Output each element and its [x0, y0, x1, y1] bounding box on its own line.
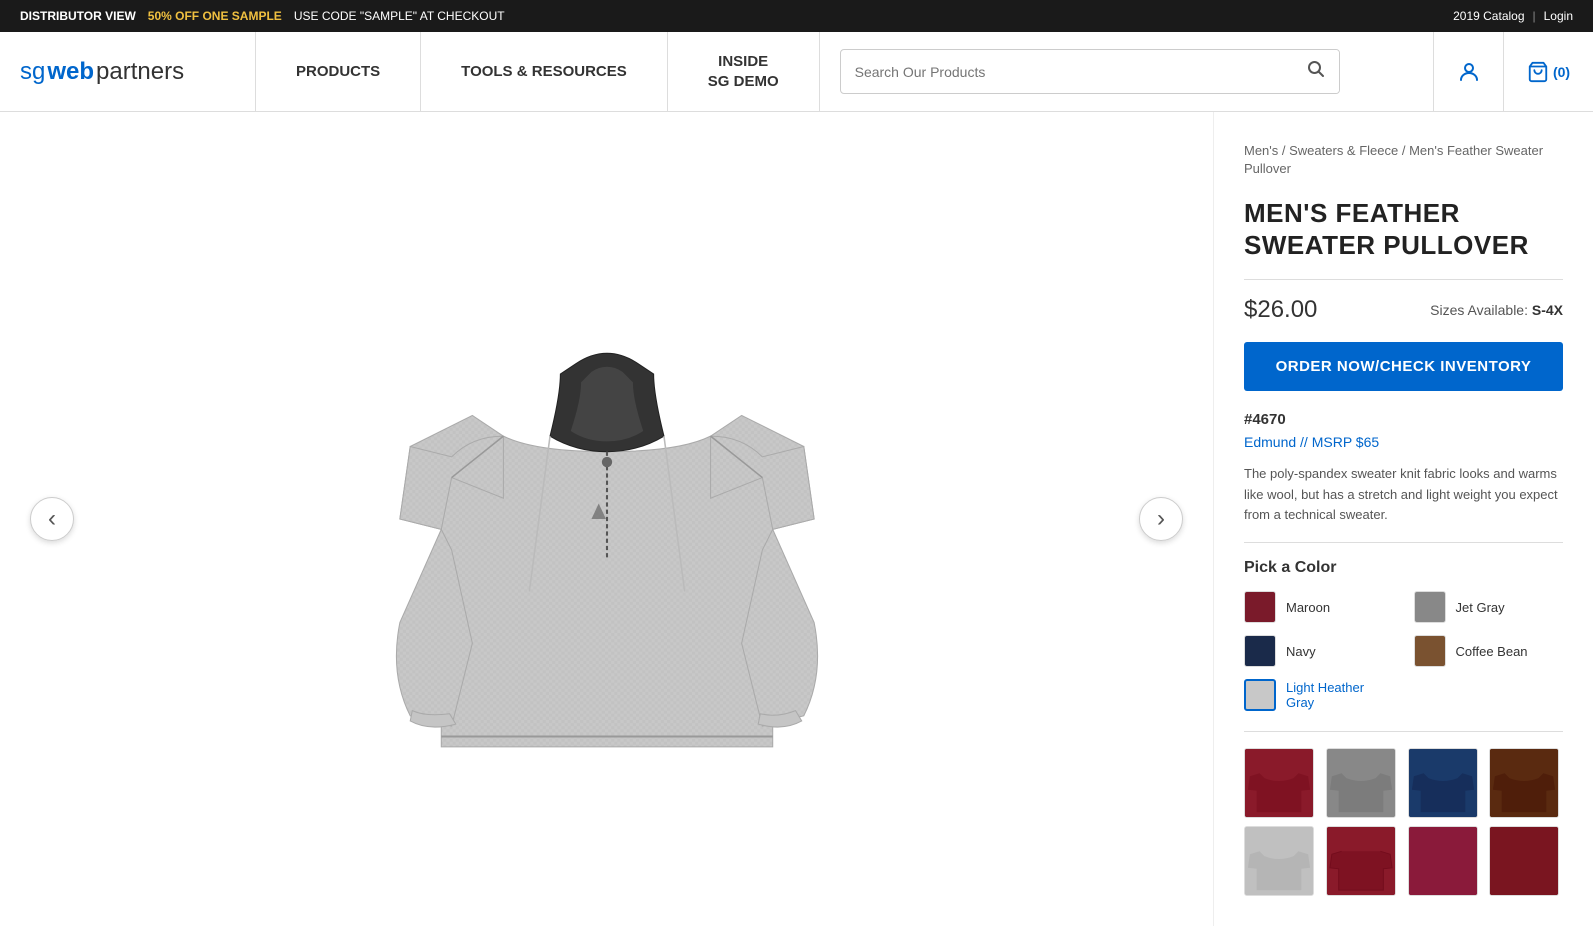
right-arrow-icon: › [1157, 507, 1165, 531]
color-section-title: Pick a Color [1244, 559, 1563, 577]
promo-text: USE CODE "SAMPLE" AT CHECKOUT [294, 9, 505, 23]
distributor-label: DISTRIBUTOR VIEW [20, 9, 136, 23]
nav-tools-resources[interactable]: TOOLS & RESOURCES [421, 32, 668, 111]
product-image-area: ‹ [0, 112, 1213, 926]
nav-products[interactable]: PRODUCTS [255, 32, 421, 111]
thumbnail-jet-gray-front[interactable] [1326, 748, 1396, 818]
order-now-button[interactable]: ORDER NOW/CHECK INVENTORY [1244, 342, 1563, 391]
cart-icon [1527, 61, 1549, 83]
color-option-navy[interactable]: Navy [1244, 635, 1394, 667]
color-label-maroon: Maroon [1286, 600, 1330, 615]
announcement-bar: DISTRIBUTOR VIEW 50% OFF ONE SAMPLE USE … [0, 0, 1593, 32]
thumbnail-navy-front[interactable] [1408, 748, 1478, 818]
color-swatch-navy [1244, 635, 1276, 667]
color-label-jet-gray: Jet Gray [1456, 600, 1505, 615]
main-nav: PRODUCTS TOOLS & RESOURCES INSIDESG DEMO [255, 32, 820, 111]
thumbnail-maroon-detail[interactable] [1489, 826, 1559, 896]
product-number: #4670 [1244, 411, 1563, 428]
sizes-value: S-4X [1532, 302, 1563, 318]
left-arrow-icon: ‹ [48, 507, 56, 531]
color-label-light-heather-gray: Light Heather Gray [1286, 680, 1394, 710]
color-swatch-coffee-bean [1414, 635, 1446, 667]
logo-sg: sg [20, 58, 45, 86]
product-price: $26.00 [1244, 296, 1317, 324]
thumbnail-maroon-front[interactable] [1244, 748, 1314, 818]
sizes-available: Sizes Available: S-4X [1430, 302, 1563, 318]
main-content: ‹ [0, 112, 1593, 926]
separator: | [1533, 9, 1536, 23]
product-brand: Edmund // MSRP $65 [1244, 434, 1563, 450]
thumbnail-light-heather-front[interactable] [1244, 826, 1314, 896]
price-row: $26.00 Sizes Available: S-4X [1244, 296, 1563, 324]
color-option-light-heather-gray[interactable]: Light Heather Gray [1244, 679, 1394, 711]
user-icon [1457, 60, 1481, 84]
product-main-image [347, 229, 867, 809]
color-option-maroon[interactable]: Maroon [1244, 591, 1394, 623]
logo-web: web [47, 58, 94, 86]
title-divider [1244, 279, 1563, 280]
header-icons: (0) [1433, 32, 1593, 111]
login-link[interactable]: Login [1544, 9, 1573, 23]
logo-area: sgwebpartners [0, 58, 255, 86]
cart-button[interactable]: (0) [1503, 32, 1593, 111]
color-option-jet-gray[interactable]: Jet Gray [1414, 591, 1564, 623]
search-box [840, 49, 1340, 94]
color-divider [1244, 731, 1563, 732]
product-detail-panel: Men's / Sweaters & Fleece / Men's Feathe… [1213, 112, 1593, 926]
product-title: MEN'S FEATHER SWEATER PULLOVER [1244, 198, 1563, 260]
logo-partners: partners [96, 58, 184, 86]
color-option-coffee-bean[interactable]: Coffee Bean [1414, 635, 1564, 667]
cart-count: (0) [1553, 64, 1570, 80]
breadcrumb-sweaters[interactable]: Sweaters & Fleece [1289, 143, 1398, 158]
breadcrumb-mens[interactable]: Men's [1244, 143, 1278, 158]
thumbnail-maroon-back[interactable] [1326, 826, 1396, 896]
search-icon [1307, 60, 1325, 78]
color-label-coffee-bean: Coffee Bean [1456, 644, 1528, 659]
thumbnail-maroon-side[interactable] [1408, 826, 1478, 896]
logo[interactable]: sgwebpartners [20, 58, 235, 86]
search-input[interactable] [841, 54, 1293, 90]
catalog-link[interactable]: 2019 Catalog [1453, 9, 1524, 23]
thumbnail-coffee-bean-front[interactable] [1489, 748, 1559, 818]
prev-image-button[interactable]: ‹ [30, 497, 74, 541]
color-swatch-maroon [1244, 591, 1276, 623]
product-description: The poly-spandex sweater knit fabric loo… [1244, 464, 1563, 526]
color-swatch-jet-gray [1414, 591, 1446, 623]
color-grid: Maroon Jet Gray Navy Coffee Bean Light H… [1244, 591, 1563, 711]
product-image-svg [347, 229, 867, 809]
search-area [820, 49, 1433, 94]
color-label-navy: Navy [1286, 644, 1316, 659]
color-swatch-light-heather-gray [1244, 679, 1276, 711]
search-button[interactable] [1293, 50, 1339, 93]
promo-highlight: 50% OFF ONE SAMPLE [148, 9, 282, 23]
account-button[interactable] [1433, 32, 1503, 111]
next-image-button[interactable]: › [1139, 497, 1183, 541]
desc-divider [1244, 542, 1563, 543]
nav-inside-sg[interactable]: INSIDESG DEMO [668, 32, 820, 111]
header: sgwebpartners PRODUCTS TOOLS & RESOURCES… [0, 32, 1593, 112]
breadcrumb: Men's / Sweaters & Fleece / Men's Feathe… [1244, 142, 1563, 178]
thumbnail-strip [1244, 748, 1563, 896]
